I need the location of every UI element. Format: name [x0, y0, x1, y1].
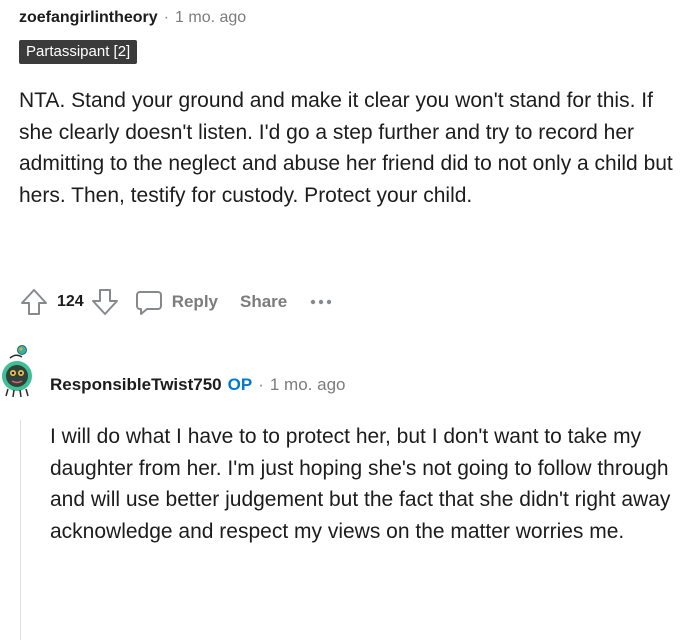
- meta-separator: ·: [163, 9, 170, 26]
- comment-action-bar: 124 Reply Share: [19, 284, 333, 320]
- reply-author[interactable]: ResponsibleTwist750: [50, 375, 222, 395]
- downvote-arrow-icon[interactable]: [90, 287, 120, 317]
- vote-count: 124: [57, 293, 84, 310]
- comment-author[interactable]: zoefangirlintheory: [19, 9, 158, 27]
- comment-text: NTA. Stand your ground and make it clear…: [19, 89, 673, 207]
- meta-separator: ·: [258, 375, 264, 394]
- comment-timestamp[interactable]: 1 mo. ago: [175, 9, 246, 27]
- op-badge: OP: [227, 375, 253, 394]
- thread-line[interactable]: [20, 420, 21, 640]
- comment-header: zoefangirlintheory · 1 mo. ago: [19, 6, 246, 30]
- user-flair: Partassipant [2]: [19, 40, 138, 64]
- reply-text: I will do what I have to to protect her,…: [50, 425, 671, 543]
- avatar[interactable]: [0, 342, 36, 410]
- reply-timestamp[interactable]: 1 mo. ago: [270, 375, 346, 395]
- ellipsis-icon[interactable]: [309, 297, 333, 307]
- speech-bubble-icon: [134, 287, 164, 317]
- reply-body: I will do what I have to to protect her,…: [50, 421, 685, 547]
- share-button[interactable]: Share: [240, 292, 287, 312]
- reply-label: Reply: [171, 292, 218, 311]
- upvote-arrow-icon[interactable]: [19, 287, 49, 317]
- reply-button[interactable]: Reply: [134, 287, 218, 317]
- comment-body: NTA. Stand your ground and make it clear…: [19, 85, 684, 211]
- reply-header: ResponsibleTwist750 OP · 1 mo. ago: [50, 372, 345, 398]
